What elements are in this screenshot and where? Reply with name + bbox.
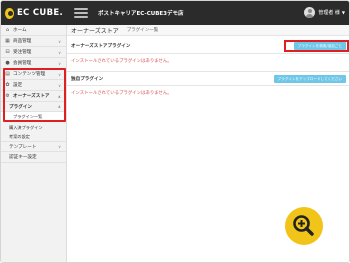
chevron-down-icon: ∨: [58, 38, 61, 44]
top-header: EC CUBE. ポストキャリアEC-CUBE3デモ店 管理者 様 ▼: [1, 1, 349, 25]
shop-name[interactable]: ポストキャリアEC-CUBE3デモ店: [98, 9, 183, 17]
sidebar-item-auth-key-settings[interactable]: 認証キー設定: [1, 152, 66, 163]
zoom-in-icon: [293, 215, 314, 236]
chevron-down-icon: ∨: [58, 49, 61, 55]
panel-message: インストールされているプラグインはありません。: [71, 91, 172, 96]
panel-title: 独自プラグイン: [71, 76, 104, 82]
sidebar-item-label: 認証キー設定: [9, 155, 37, 160]
caret-down-icon: ▼: [341, 10, 345, 15]
sidebar-group-label: テンプレート: [9, 144, 37, 150]
sidebar-subitem-plugin-settings[interactable]: 考案の設定: [1, 132, 66, 141]
chevron-down-icon: ∨: [58, 144, 61, 149]
highlight-box-owners-store: [3, 68, 66, 122]
cube-icon: ▦: [5, 37, 10, 44]
users-icon: ●: [5, 59, 10, 66]
user-name: 管理者 様: [318, 10, 340, 16]
chevron-down-icon: ∨: [58, 60, 61, 66]
owners-store-plugin-panel: オーナーズストアプラグイン プラグインを検索/追加ごと インストールされているプ…: [67, 39, 349, 64]
sidebar-item-orders[interactable]: ⊟ 受注管理 ∨: [1, 47, 66, 58]
app-window: EC CUBE. ポストキャリアEC-CUBE3デモ店 管理者 様 ▼ ⌂ ホー…: [0, 0, 350, 263]
sidebar-subitem-purchased-plugins[interactable]: 購入済プラグイン: [1, 123, 66, 132]
logo-text: EC CUBE.: [16, 8, 63, 18]
sidebar: ⌂ ホーム ▦ 商品管理 ∨ ⊟ 受注管理 ∨ ● 会員管理 ∨ ▤ コンテンツ…: [1, 25, 67, 262]
zoom-in-button[interactable]: [285, 207, 323, 245]
page-subtitle: プラグイン一覧: [126, 28, 159, 33]
sidebar-item-label: 商品管理: [13, 39, 32, 44]
logo[interactable]: EC CUBE.: [5, 7, 63, 19]
upload-plugin-button[interactable]: プラグインをアップロードしてください: [273, 75, 346, 83]
home-icon: ⌂: [5, 26, 10, 33]
panel-title: オーナーズストアプラグイン: [71, 44, 131, 49]
user-avatar-icon: [304, 7, 316, 18]
panel-header: 独自プラグイン プラグインをアップロードしてください: [67, 71, 349, 86]
panel-header: オーナーズストアプラグイン プラグインを検索/追加ごと: [67, 39, 349, 54]
sidebar-item-products[interactable]: ▦ 商品管理 ∨: [1, 36, 66, 47]
page-title: オーナーズストア: [71, 27, 119, 35]
sidebar-item-label: ホーム: [13, 28, 27, 33]
custom-plugin-panel: 独自プラグイン プラグインをアップロードしてください インストールされているプラ…: [67, 71, 349, 96]
panel-message: インストールされているプラグインはありません。: [71, 59, 172, 64]
sidebar-subitem-label: 購入済プラグイン: [9, 124, 43, 130]
page-title-bar: オーナーズストア プラグイン一覧: [67, 25, 349, 36]
hamburger-menu-icon[interactable]: [74, 8, 88, 18]
sidebar-item-label: 受注管理: [13, 50, 32, 55]
cart-icon: ⊟: [5, 48, 10, 55]
logo-mark-icon: [5, 7, 14, 19]
sidebar-group-template[interactable]: テンプレート ∨: [1, 141, 66, 152]
sidebar-item-label: 会員管理: [13, 61, 32, 66]
sidebar-item-home[interactable]: ⌂ ホーム: [1, 25, 66, 36]
highlight-box-search-button: [284, 40, 349, 52]
sidebar-subitem-label: 考案の設定: [9, 133, 30, 139]
user-menu[interactable]: 管理者 様 ▼: [304, 7, 345, 18]
